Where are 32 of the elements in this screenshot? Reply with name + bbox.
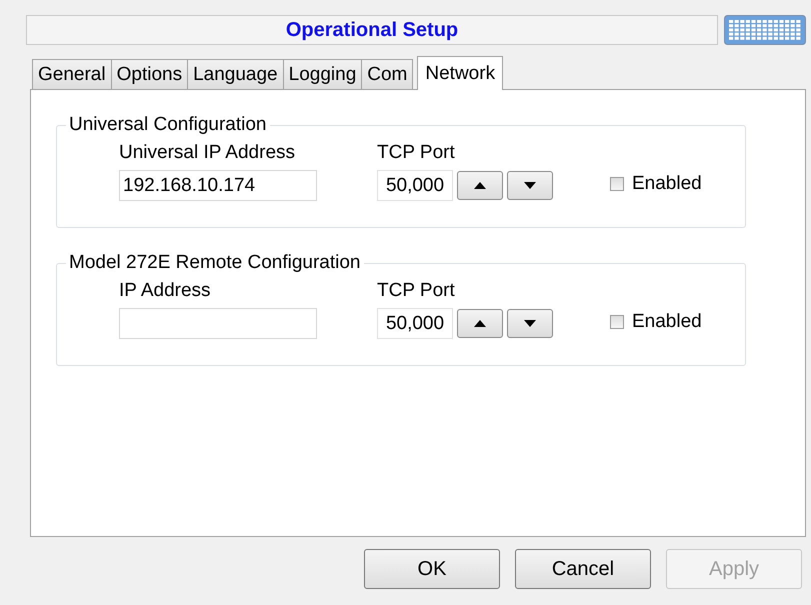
keyboard-icon[interactable] [724,15,806,45]
tab[interactable]: Com [361,59,414,89]
checkbox-label: Enabled [632,173,702,195]
checkbox[interactable] [610,315,624,329]
up-button[interactable] [457,309,503,338]
field-label: TCP Port [377,142,456,164]
field-label: TCP Port [377,280,456,302]
window-title: Operational Setup [26,15,718,45]
tab[interactable]: Network [417,56,504,90]
port-field[interactable]: 50,000 [377,308,453,339]
down-button[interactable] [507,171,553,200]
down-arrow-icon [524,320,536,327]
tab[interactable]: Options [110,59,188,89]
field-label: Universal IP Address [119,142,296,164]
tab[interactable]: Logging [282,59,362,89]
field-label: IP Address [119,280,212,302]
port-field[interactable]: 50,000 [377,170,453,201]
down-button[interactable] [507,309,553,338]
dialog-button[interactable]: OK [364,549,500,589]
down-arrow-icon [524,182,536,189]
up-arrow-icon [474,182,486,189]
ip-address-field[interactable]: 192.168.10.174 [119,170,317,201]
dialog-button[interactable]: Cancel [515,549,651,589]
tab[interactable]: Language [187,59,284,89]
tab[interactable]: General [32,59,112,89]
group-title: Model 272E Remote Configuration [68,252,362,274]
checkbox[interactable] [610,177,624,191]
group-title: Universal Configuration [68,114,268,136]
up-arrow-icon [474,320,486,327]
ip-address-field[interactable] [119,308,317,339]
checkbox-label: Enabled [632,311,702,333]
up-button[interactable] [457,171,503,200]
